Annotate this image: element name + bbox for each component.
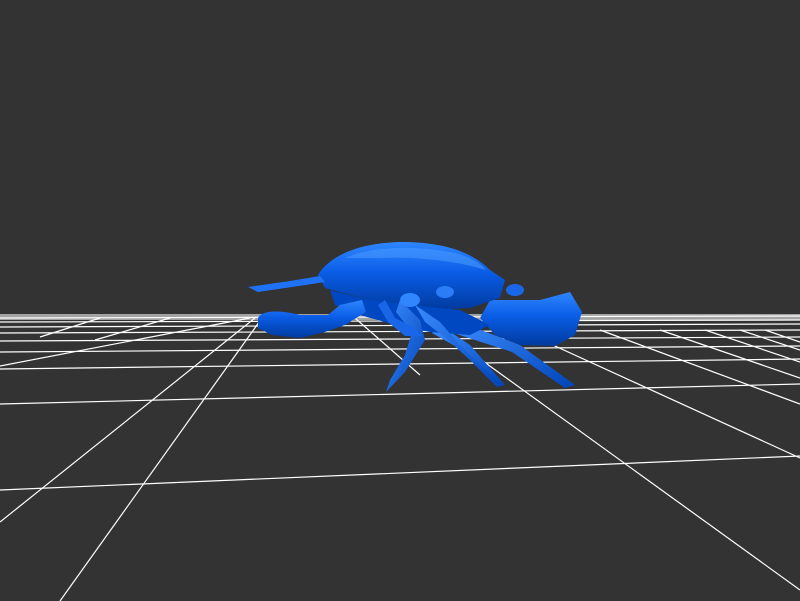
crab-model[interactable] [248, 242, 582, 392]
scene-canvas[interactable] [0, 0, 800, 601]
crab-joint [436, 286, 454, 298]
3d-viewport[interactable] [0, 0, 800, 601]
ground-grid [0, 314, 800, 601]
crab-claw-left [258, 300, 366, 338]
crab-joint [400, 293, 420, 307]
crab-antenna [248, 276, 325, 292]
crab-joint [506, 284, 524, 296]
